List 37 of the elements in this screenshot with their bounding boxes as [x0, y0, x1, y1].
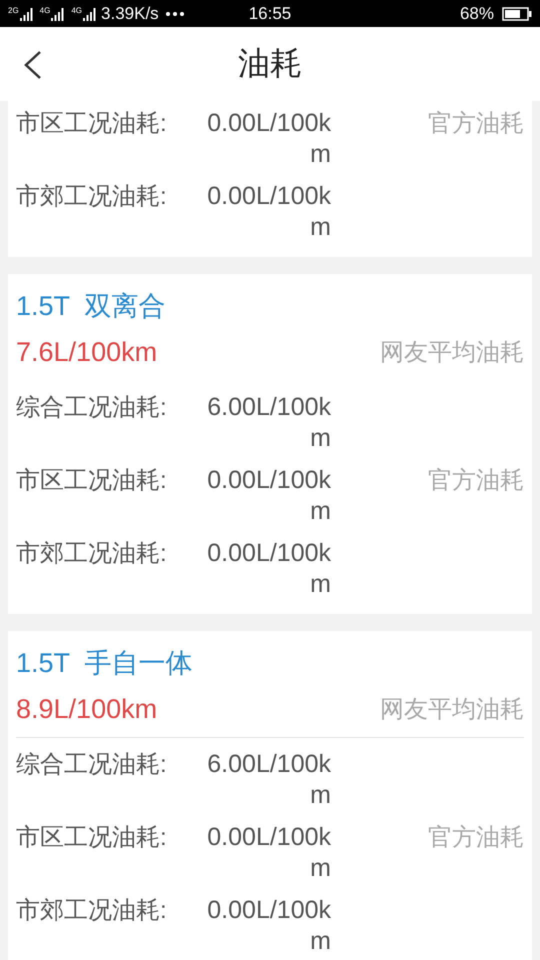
model-title: 1.5T 手自一体	[16, 647, 194, 680]
row-value: 0.00L/100km	[206, 822, 331, 884]
row-label: 市区工况油耗:	[16, 109, 168, 139]
row-value: 0.00L/100km	[206, 181, 331, 243]
row-value: 6.00L/100km	[206, 392, 331, 454]
network-label: 4G	[40, 6, 50, 14]
row-label: 综合工况油耗:	[16, 393, 168, 423]
network-label: 4G	[71, 6, 82, 14]
average-consumption: 8.9L/100km	[16, 694, 158, 724]
row-value: 0.00L/100km	[206, 538, 331, 600]
signal-icon	[51, 6, 66, 20]
row-value: 0.00L/100km	[206, 895, 331, 957]
row-label: 综合工况油耗:	[16, 750, 168, 780]
model-title: 1.5T 双离合	[16, 290, 167, 323]
battery-icon	[502, 6, 532, 20]
source-label: 网友平均油耗	[380, 338, 524, 368]
row-label: 市区工况油耗:	[16, 466, 168, 496]
row-value: 6.00L/100km	[206, 749, 331, 811]
battery-percent: 68%	[460, 4, 494, 24]
average-consumption: 7.6L/100km	[16, 336, 158, 368]
signal-icon	[20, 6, 34, 20]
clock: 16:55	[248, 4, 292, 23]
row-label: 市区工况油耗:	[16, 823, 168, 853]
source-label: 官方油耗	[428, 466, 524, 496]
row-label: 市郊工况油耗:	[16, 182, 168, 212]
network-label: 2G	[8, 6, 19, 14]
row-value: 0.00L/100km	[206, 108, 331, 170]
source-label: 官方油耗	[428, 109, 524, 139]
network-speed: 3.39K/s	[101, 4, 159, 24]
signal-icon	[83, 6, 98, 20]
row-label: 市郊工况油耗:	[16, 539, 168, 569]
page-title: 油耗	[238, 44, 302, 83]
source-label: 官方油耗	[428, 823, 524, 853]
row-label: 市郊工况油耗:	[16, 896, 168, 926]
source-label: 网友平均油耗	[380, 695, 524, 725]
more-icon	[164, 10, 185, 16]
row-value: 0.00L/100km	[206, 465, 331, 527]
